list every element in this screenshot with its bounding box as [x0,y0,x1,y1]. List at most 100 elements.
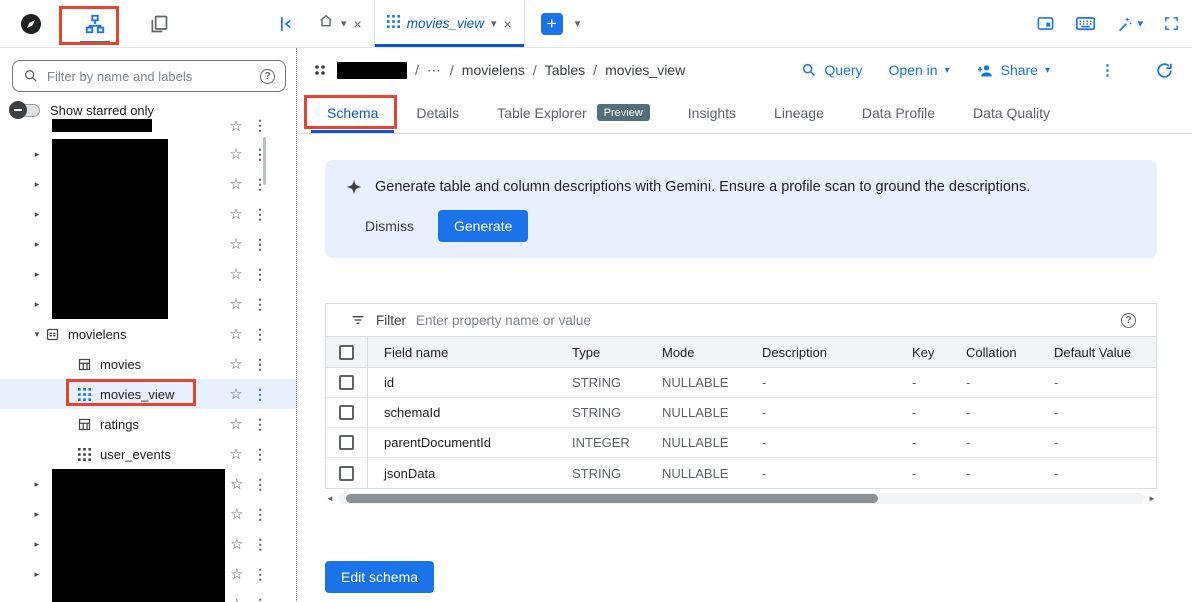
star-icon[interactable]: ☆ [224,385,248,403]
expand-arrow-icon[interactable]: ▸ [30,179,44,190]
expand-arrow-icon[interactable]: ▸ [30,539,44,550]
sidebar-filter-input[interactable] [47,69,252,84]
tab-schema[interactable]: Schema [311,92,394,133]
edit-schema-button[interactable]: Edit schema [325,561,434,593]
star-icon[interactable]: ☆ [225,595,248,602]
breadcrumb-item-table[interactable]: movies_view [605,62,685,78]
star-icon[interactable]: ☆ [224,325,248,343]
star-icon[interactable]: ☆ [224,265,248,283]
star-icon[interactable]: ☆ [224,295,248,313]
tree-item-movies-view[interactable]: movies_view ☆ ⋮ [0,379,296,409]
tree-item-ratings[interactable]: ratings ☆ ⋮ [0,409,296,439]
more-vert-icon[interactable]: ⋮ [250,206,270,223]
collapse-sidebar-icon[interactable] [274,12,298,36]
tree-item-movies[interactable]: movies ☆ ⋮ [0,349,296,379]
share-button[interactable]: Share ▾ [976,62,1050,78]
explorer-tree-icon[interactable] [80,4,110,44]
fullscreen-icon[interactable] [1163,15,1180,32]
expand-arrow-icon[interactable]: ▸ [30,269,44,280]
tree-item-redacted[interactable]: ▸ ☆⋮ [0,229,296,259]
star-icon[interactable]: ☆ [224,175,248,193]
tree-item-redacted[interactable]: ▸ ☆⋮ [0,559,296,589]
help-icon[interactable]: ? [260,69,275,84]
tree-item-redacted[interactable]: ▸ ☆⋮ [0,169,296,199]
more-vert-icon[interactable]: ⋮ [250,266,270,283]
tree-item-redacted[interactable]: ▸☆⋮ [0,529,296,559]
tree-item-redacted[interactable]: ▸ ☆⋮ [0,139,296,169]
expand-arrow-icon[interactable]: ▸ [30,479,44,490]
tab-lineage[interactable]: Lineage [758,92,840,133]
star-icon[interactable]: ☆ [225,535,248,553]
row-checkbox[interactable] [339,405,354,420]
magic-wand-icon[interactable]: ▾ [1116,15,1143,33]
more-vert-icon[interactable]: ⋮ [250,386,270,403]
scroll-left-icon[interactable]: ◄ [325,494,335,503]
tab-home[interactable]: ▾ × [306,0,374,47]
star-icon[interactable]: ☆ [224,445,248,463]
property-filter-input[interactable] [416,313,1111,328]
add-tab-button[interactable]: + [541,13,563,35]
tab-data-profile[interactable]: Data Profile [846,92,951,133]
scrollbar-thumb[interactable] [346,494,878,503]
more-vert-icon[interactable]: ⋮ [250,326,270,343]
star-icon[interactable]: ☆ [224,355,248,373]
generate-button[interactable]: Generate [438,210,528,242]
chevron-down-icon[interactable]: ▾ [491,17,497,30]
more-vert-icon[interactable]: ⋮ [251,596,270,602]
more-vert-icon[interactable]: ⋮ [250,296,270,313]
tree-item-redacted[interactable]: ▸ ☆⋮ [0,499,296,529]
tree-item-redacted[interactable]: ▸☆⋮ [0,469,296,499]
star-icon[interactable]: ☆ [225,565,248,583]
more-vert-icon[interactable]: ⋮ [251,476,270,493]
star-icon[interactable]: ☆ [224,235,248,253]
expand-arrow-icon[interactable]: ▸ [30,299,44,310]
expand-arrow-icon[interactable]: ▸ [30,149,44,160]
help-icon[interactable]: ? [1121,313,1136,328]
more-vert-icon[interactable]: ⋮ [250,117,270,134]
star-icon[interactable]: ☆ [224,145,248,163]
more-vert-icon[interactable]: ⋮ [250,176,270,193]
dismiss-button[interactable]: Dismiss [351,212,428,240]
horizontal-scrollbar[interactable]: ◄ ► [325,491,1157,505]
more-vert-icon[interactable]: ⋮ [250,236,270,253]
tree-item-redacted[interactable]: ☆ ⋮ [0,112,296,139]
tab-details[interactable]: Details [400,92,475,133]
tab-overflow-caret-icon[interactable]: ▾ [575,17,581,30]
row-checkbox[interactable] [339,466,354,481]
expand-arrow-icon[interactable]: ▸ [30,239,44,250]
more-vert-icon[interactable]: ⋮ [250,146,270,163]
star-icon[interactable]: ☆ [225,505,248,523]
keyboard-icon[interactable] [1075,15,1096,32]
tab-data-quality[interactable]: Data Quality [957,92,1066,133]
tab-movies-view[interactable]: movies_view ▾ × [374,0,525,47]
tab-insights[interactable]: Insights [672,92,752,133]
sidebar-filter-box[interactable]: ? [12,60,286,92]
row-checkbox[interactable] [339,435,354,450]
tree-item-redacted[interactable]: ▸ ☆⋮ [0,589,296,602]
expand-arrow-icon[interactable]: ▸ [30,209,44,220]
more-vert-icon[interactable]: ⋮ [250,356,270,373]
sidebar-scrollbar[interactable] [263,137,266,185]
expand-arrow-icon[interactable]: ▸ [30,599,44,602]
copy-pages-icon[interactable] [144,4,174,44]
close-icon[interactable]: × [504,17,512,31]
more-vert-icon[interactable]: ⋮ [251,506,270,523]
breadcrumb-ellipsis[interactable]: ⋯ [427,62,442,79]
more-vert-icon[interactable]: ⋮ [1100,61,1115,79]
collapse-arrow-icon[interactable]: ▾ [30,329,44,340]
tab-table-explorer[interactable]: Table Explorer Preview [481,92,666,133]
more-vert-icon[interactable]: ⋮ [251,566,270,583]
chevron-down-icon[interactable]: ▾ [1137,17,1143,30]
star-icon[interactable]: ☆ [224,117,248,135]
row-checkbox[interactable] [339,375,354,390]
refresh-icon[interactable] [1155,61,1174,80]
tree-item-redacted[interactable]: ▸ ☆⋮ [0,259,296,289]
expand-arrow-icon[interactable]: ▸ [30,509,44,520]
scroll-right-icon[interactable]: ► [1147,494,1157,503]
query-button[interactable]: Query [801,62,862,78]
select-all-checkbox[interactable] [339,345,354,360]
scrollbar-track[interactable] [338,493,1144,504]
open-in-button[interactable]: Open in ▾ [889,62,950,78]
expand-arrow-icon[interactable]: ▸ [30,569,44,580]
welcome-compass-icon[interactable] [16,4,46,44]
